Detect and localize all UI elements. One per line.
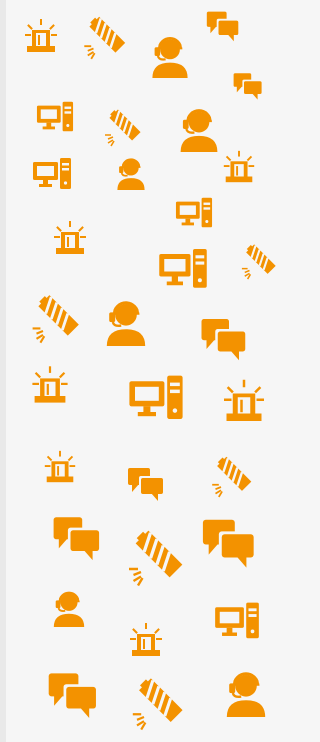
desktop-computer-icon (148, 244, 218, 294)
headset-agent-icon (148, 30, 192, 82)
desktop-computer-icon (170, 194, 218, 232)
chat-bubbles-icon (196, 514, 262, 572)
firework-icon (103, 104, 143, 150)
chat-bubbles-icon (226, 70, 270, 102)
desktop-computer-icon (120, 370, 192, 426)
siren-icon (40, 448, 80, 486)
headset-agent-icon (50, 582, 88, 634)
firework-icon (208, 454, 256, 498)
siren-icon (214, 376, 274, 426)
chat-bubbles-icon (192, 314, 256, 364)
icon-pattern-panel (0, 0, 281, 742)
siren-icon (28, 362, 72, 408)
chat-bubbles-icon (40, 668, 106, 722)
firework-icon (126, 524, 186, 590)
headset-agent-icon (114, 152, 148, 194)
siren-icon (216, 148, 262, 186)
chat-bubbles-icon (198, 8, 248, 44)
siren-icon (50, 218, 90, 258)
headset-agent-icon (222, 664, 270, 722)
firework-icon (240, 240, 278, 282)
siren-icon (20, 16, 62, 56)
firework-icon (130, 672, 186, 734)
chat-bubbles-icon (118, 464, 174, 504)
desktop-computer-icon (28, 154, 76, 194)
siren-icon (126, 620, 166, 660)
desktop-computer-icon (202, 598, 272, 644)
desktop-computer-icon (32, 98, 78, 136)
firework-icon (26, 292, 86, 344)
headset-agent-icon (102, 294, 150, 350)
firework-icon (82, 14, 128, 60)
chat-bubbles-icon (42, 512, 112, 564)
